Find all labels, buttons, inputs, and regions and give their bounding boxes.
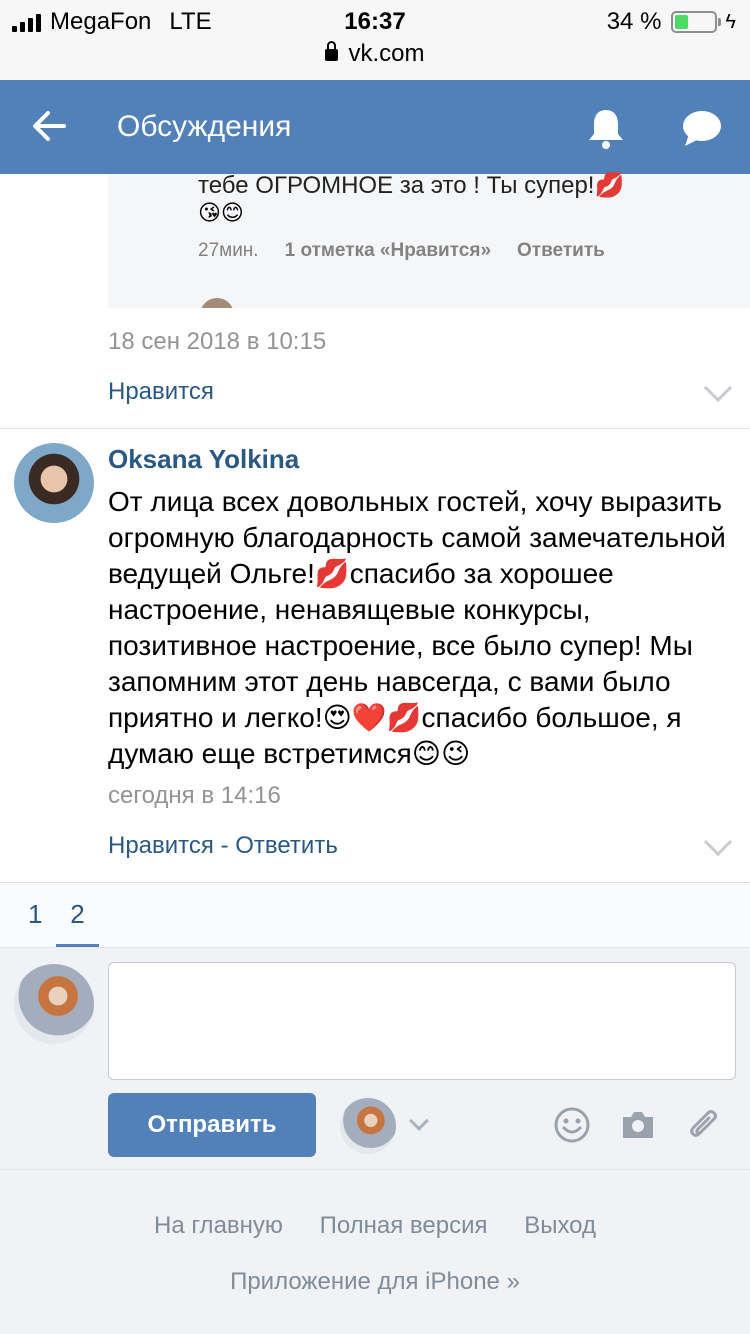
charging-icon: ϟ xyxy=(725,10,736,33)
status-bar: MegaFon LTE 16:37 vk.com 34 % ϟ xyxy=(0,0,750,80)
page-link-1[interactable]: 1 xyxy=(28,899,42,930)
footer-home-link[interactable]: На главную xyxy=(154,1212,283,1239)
chevron-down-icon[interactable] xyxy=(703,827,733,857)
reply-likes[interactable]: 1 отметка «Нравится» xyxy=(285,240,491,262)
footer-links: На главную Полная версия Выход xyxy=(0,1212,750,1240)
reply-reply-link[interactable]: Ответить xyxy=(517,240,605,262)
comment-date: сегодня в 14:16 xyxy=(108,782,281,809)
battery-icon xyxy=(671,11,722,33)
reply-emoji: 😘😊 xyxy=(198,200,244,225)
reply-meta: 27мин. 1 отметка «Нравится» Ответить xyxy=(198,240,605,262)
footer-logout-link[interactable]: Выход xyxy=(524,1212,596,1239)
url-text: vk.com xyxy=(348,40,425,67)
reply-time: 27мин. xyxy=(198,240,259,261)
url-bar[interactable]: vk.com xyxy=(0,40,750,68)
back-arrow-icon[interactable] xyxy=(30,106,70,146)
smile-icon[interactable] xyxy=(553,1106,591,1144)
compose-area: Отправить xyxy=(0,948,750,1170)
page-title: Обсуждения xyxy=(117,110,292,143)
lock-icon xyxy=(325,41,339,61)
action-separator: - xyxy=(213,832,236,859)
nav-header: Обсуждения xyxy=(0,80,750,174)
footer-full-version-link[interactable]: Полная версия xyxy=(320,1212,488,1239)
bell-icon[interactable] xyxy=(585,106,627,150)
author-select-avatar[interactable] xyxy=(340,1098,396,1154)
messages-icon[interactable] xyxy=(681,108,723,148)
footer-app-link[interactable]: Приложение для iPhone » xyxy=(0,1268,750,1296)
page-link-2[interactable]: 2 xyxy=(56,899,99,947)
next-reply-partial xyxy=(108,286,750,308)
reply-text: тебе ОГРОМНОЕ за это ! Ты супер!💋 xyxy=(198,172,625,199)
camera-icon[interactable] xyxy=(619,1106,657,1144)
avatar xyxy=(14,964,94,1044)
previous-reply-card: тебе ОГРОМНОЕ за это ! Ты супер!💋 😘😊 27м… xyxy=(108,174,750,286)
footer: На главную Полная версия Выход Приложени… xyxy=(0,1170,750,1334)
battery-percent: 34 % xyxy=(606,8,662,35)
send-button[interactable]: Отправить xyxy=(108,1093,316,1157)
comment-input[interactable] xyxy=(108,962,736,1080)
paperclip-icon[interactable] xyxy=(685,1106,723,1144)
chevron-down-icon[interactable] xyxy=(409,1111,429,1131)
avatar[interactable] xyxy=(14,443,94,523)
comment-author[interactable]: Oksana Yolkina xyxy=(108,444,299,475)
chevron-down-icon[interactable] xyxy=(703,373,733,403)
pagination: 1 2 xyxy=(0,882,750,948)
reply-link[interactable]: Ответить xyxy=(235,832,338,859)
like-link[interactable]: Нравится xyxy=(108,832,214,859)
divider xyxy=(0,428,750,429)
previous-like-link[interactable]: Нравится xyxy=(108,378,214,406)
comment-text: От лица всех довольных гостей, хочу выра… xyxy=(108,486,726,769)
battery-info: 34 % ϟ xyxy=(607,8,736,36)
previous-post-date: 18 сен 2018 в 10:15 xyxy=(108,328,327,355)
avatar xyxy=(200,298,234,308)
comment-actions: Нравится - Ответить xyxy=(108,832,338,860)
